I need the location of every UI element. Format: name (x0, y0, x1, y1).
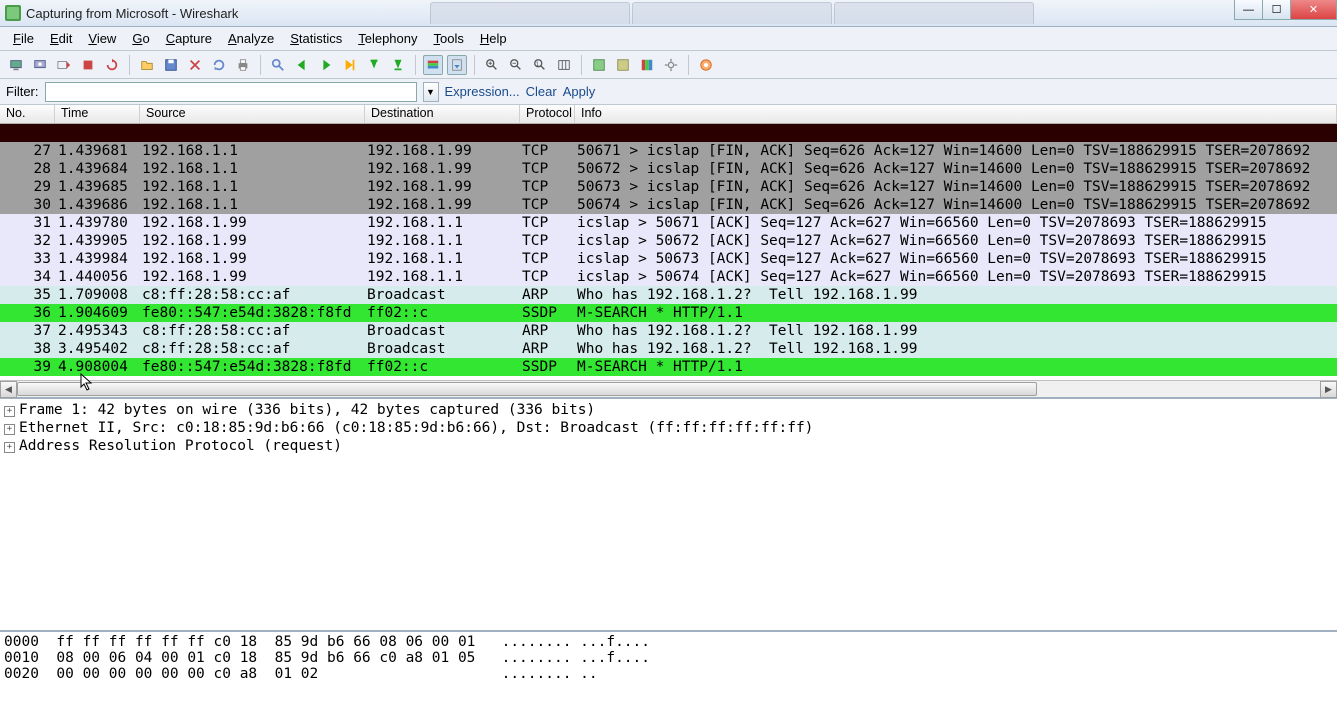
menu-telephony[interactable]: Telephony (350, 28, 425, 49)
menu-capture[interactable]: Capture (158, 28, 220, 49)
packet-row[interactable]: 331.439984192.168.1.99192.168.1.1TCPicsl… (0, 250, 1337, 268)
stop-capture-icon[interactable] (78, 55, 98, 75)
window-title: Capturing from Microsoft - Wireshark (26, 6, 238, 21)
go-first-icon[interactable] (364, 55, 384, 75)
menu-view[interactable]: View (80, 28, 124, 49)
zoom-in-icon[interactable] (482, 55, 502, 75)
packet-row[interactable]: 311.439780192.168.1.99192.168.1.1TCPicsl… (0, 214, 1337, 232)
start-capture-icon[interactable] (54, 55, 74, 75)
background-tab[interactable] (632, 2, 832, 24)
packet-row[interactable]: 351.709008c8:ff:28:58:cc:afBroadcastARPW… (0, 286, 1337, 304)
menu-file[interactable]: File (5, 28, 42, 49)
clear-link[interactable]: Clear (526, 84, 557, 99)
horizontal-scrollbar[interactable]: ◀ ▶ (0, 380, 1337, 397)
packet-details-pane[interactable]: +Frame 1: 42 bytes on wire (336 bits), 4… (0, 397, 1337, 630)
go-forward-icon[interactable] (316, 55, 336, 75)
menu-tools[interactable]: Tools (426, 28, 472, 49)
background-tabs (430, 2, 1034, 24)
menu-edit[interactable]: Edit (42, 28, 80, 49)
svg-text:1: 1 (536, 60, 540, 67)
packet-row[interactable] (0, 124, 1337, 142)
zoom-out-icon[interactable] (506, 55, 526, 75)
packet-list-header: No. Time Source Destination Protocol Inf… (0, 105, 1337, 124)
packet-row[interactable]: 394.908004fe80::547:e54d:3828:f8fdff02::… (0, 358, 1337, 376)
packet-row[interactable]: 281.439684192.168.1.1192.168.1.99TCP5067… (0, 160, 1337, 178)
packet-row[interactable]: 321.439905192.168.1.99192.168.1.1TCPicsl… (0, 232, 1337, 250)
go-to-packet-icon[interactable] (340, 55, 360, 75)
column-header-time[interactable]: Time (55, 105, 140, 123)
options-icon[interactable] (30, 55, 50, 75)
column-header-source[interactable]: Source (140, 105, 365, 123)
filter-bar: Filter: ▼ Expression... Clear Apply (0, 79, 1337, 105)
coloring-rules-icon[interactable] (637, 55, 657, 75)
display-filters-icon[interactable] (613, 55, 633, 75)
packet-bytes-pane[interactable]: 0000 ff ff ff ff ff ff c0 18 85 9d b6 66… (0, 630, 1337, 702)
go-last-icon[interactable] (388, 55, 408, 75)
column-header-protocol[interactable]: Protocol (520, 105, 575, 123)
menu-statistics[interactable]: Statistics (282, 28, 350, 49)
packet-row[interactable]: 361.904609fe80::547:e54d:3828:f8fdff02::… (0, 304, 1337, 322)
column-header-destination[interactable]: Destination (365, 105, 520, 123)
apply-link[interactable]: Apply (563, 84, 596, 99)
menu-go[interactable]: Go (124, 28, 157, 49)
hex-line[interactable]: 0010 08 00 06 04 00 01 c0 18 85 9d b6 66… (4, 650, 1333, 666)
column-header-no[interactable]: No. (0, 105, 55, 123)
hex-line[interactable]: 0000 ff ff ff ff ff ff c0 18 85 9d b6 66… (4, 634, 1333, 650)
colorize-icon[interactable] (423, 55, 443, 75)
zoom-reset-icon[interactable]: 1 (530, 55, 550, 75)
save-file-icon[interactable] (161, 55, 181, 75)
expand-icon[interactable]: + (4, 406, 15, 417)
background-tab[interactable] (834, 2, 1034, 24)
menu-analyze[interactable]: Analyze (220, 28, 282, 49)
close-button[interactable]: ✕ (1290, 0, 1337, 20)
capture-filters-icon[interactable] (589, 55, 609, 75)
filter-label: Filter: (6, 84, 39, 99)
autoscroll-icon[interactable] (447, 55, 467, 75)
find-packet-icon[interactable] (268, 55, 288, 75)
tree-item[interactable]: +Frame 1: 42 bytes on wire (336 bits), 4… (4, 401, 1333, 419)
packet-row[interactable]: 341.440056192.168.1.99192.168.1.1TCPicsl… (0, 268, 1337, 286)
tree-item[interactable]: +Address Resolution Protocol (request) (4, 437, 1333, 455)
minimize-button[interactable]: — (1234, 0, 1263, 20)
help-icon[interactable] (696, 55, 716, 75)
menubar: FileEditViewGoCaptureAnalyzeStatisticsTe… (0, 27, 1337, 51)
go-back-icon[interactable] (292, 55, 312, 75)
resize-columns-icon[interactable] (554, 55, 574, 75)
filter-input[interactable] (45, 82, 417, 102)
close-file-icon[interactable] (185, 55, 205, 75)
expand-icon[interactable]: + (4, 442, 15, 453)
toolbar: 1 (0, 51, 1337, 79)
filter-dropdown-icon[interactable]: ▼ (423, 82, 439, 102)
maximize-button[interactable]: ☐ (1262, 0, 1291, 20)
packet-row[interactable]: 271.439681192.168.1.1192.168.1.99TCP5067… (0, 142, 1337, 160)
background-tab[interactable] (430, 2, 630, 24)
packet-row[interactable]: 383.495402c8:ff:28:58:cc:afBroadcastARPW… (0, 340, 1337, 358)
packet-row[interactable]: 372.495343c8:ff:28:58:cc:afBroadcastARPW… (0, 322, 1337, 340)
app-icon (5, 5, 21, 21)
titlebar: Capturing from Microsoft - Wireshark — ☐… (0, 0, 1337, 27)
expression-link[interactable]: Expression... (445, 84, 520, 99)
print-icon[interactable] (233, 55, 253, 75)
expand-icon[interactable]: + (4, 424, 15, 435)
reload-icon[interactable] (209, 55, 229, 75)
scroll-thumb[interactable] (17, 382, 1037, 396)
scroll-right-icon[interactable]: ▶ (1320, 381, 1337, 398)
packet-row[interactable]: 291.439685192.168.1.1192.168.1.99TCP5067… (0, 178, 1337, 196)
open-file-icon[interactable] (137, 55, 157, 75)
menu-help[interactable]: Help (472, 28, 515, 49)
packet-row[interactable]: 301.439686192.168.1.1192.168.1.99TCP5067… (0, 196, 1337, 214)
interfaces-icon[interactable] (6, 55, 26, 75)
restart-capture-icon[interactable] (102, 55, 122, 75)
hex-line[interactable]: 0020 00 00 00 00 00 00 c0 a8 01 02 .....… (4, 666, 1333, 682)
packet-list[interactable]: 271.439681192.168.1.1192.168.1.99TCP5067… (0, 124, 1337, 380)
preferences-icon[interactable] (661, 55, 681, 75)
tree-item[interactable]: +Ethernet II, Src: c0:18:85:9d:b6:66 (c0… (4, 419, 1333, 437)
column-header-info[interactable]: Info (575, 105, 1337, 123)
scroll-left-icon[interactable]: ◀ (0, 381, 17, 398)
